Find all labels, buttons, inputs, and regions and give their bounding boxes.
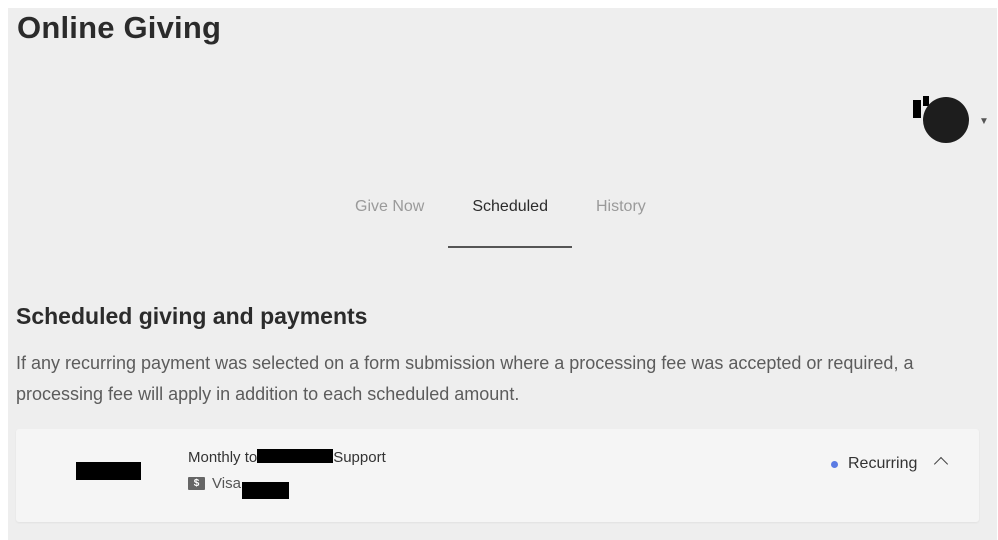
chevron-up-icon[interactable] bbox=[933, 456, 949, 472]
chevron-down-icon[interactable]: ▼ bbox=[979, 116, 989, 127]
tab-give-now[interactable]: Give Now bbox=[331, 188, 448, 248]
status-badge: Recurring bbox=[831, 455, 917, 473]
section-description: If any recurring payment was selected on… bbox=[16, 353, 914, 404]
page-title: Online Giving bbox=[17, 10, 222, 45]
scheduled-payment-card[interactable]: Monthly to Support $ Visa Recurring bbox=[16, 429, 979, 522]
tab-bar: Give Now Scheduled History bbox=[331, 188, 670, 248]
tab-history[interactable]: History bbox=[572, 188, 670, 248]
payment-method: $ Visa bbox=[188, 475, 241, 492]
schedule-prefix: Monthly to bbox=[188, 449, 258, 466]
redacted-recipient bbox=[257, 449, 334, 463]
card-icon: $ bbox=[188, 477, 205, 490]
page-panel: Online Giving ▼ Give Now Scheduled Histo… bbox=[8, 8, 997, 540]
status-dot-icon bbox=[831, 460, 838, 468]
section-title: Scheduled giving and payments bbox=[16, 303, 368, 329]
schedule-description: Monthly to Support bbox=[188, 449, 386, 466]
redacted-card-digits bbox=[242, 482, 289, 499]
tab-scheduled[interactable]: Scheduled bbox=[448, 188, 572, 248]
status-label: Recurring bbox=[848, 455, 918, 472]
avatar[interactable] bbox=[923, 97, 969, 143]
redacted-amount bbox=[76, 462, 141, 480]
redacted-mark bbox=[913, 100, 921, 118]
user-menu[interactable]: ▼ bbox=[913, 94, 993, 154]
schedule-suffix: Support bbox=[333, 449, 386, 466]
payment-method-label: Visa bbox=[212, 475, 241, 492]
